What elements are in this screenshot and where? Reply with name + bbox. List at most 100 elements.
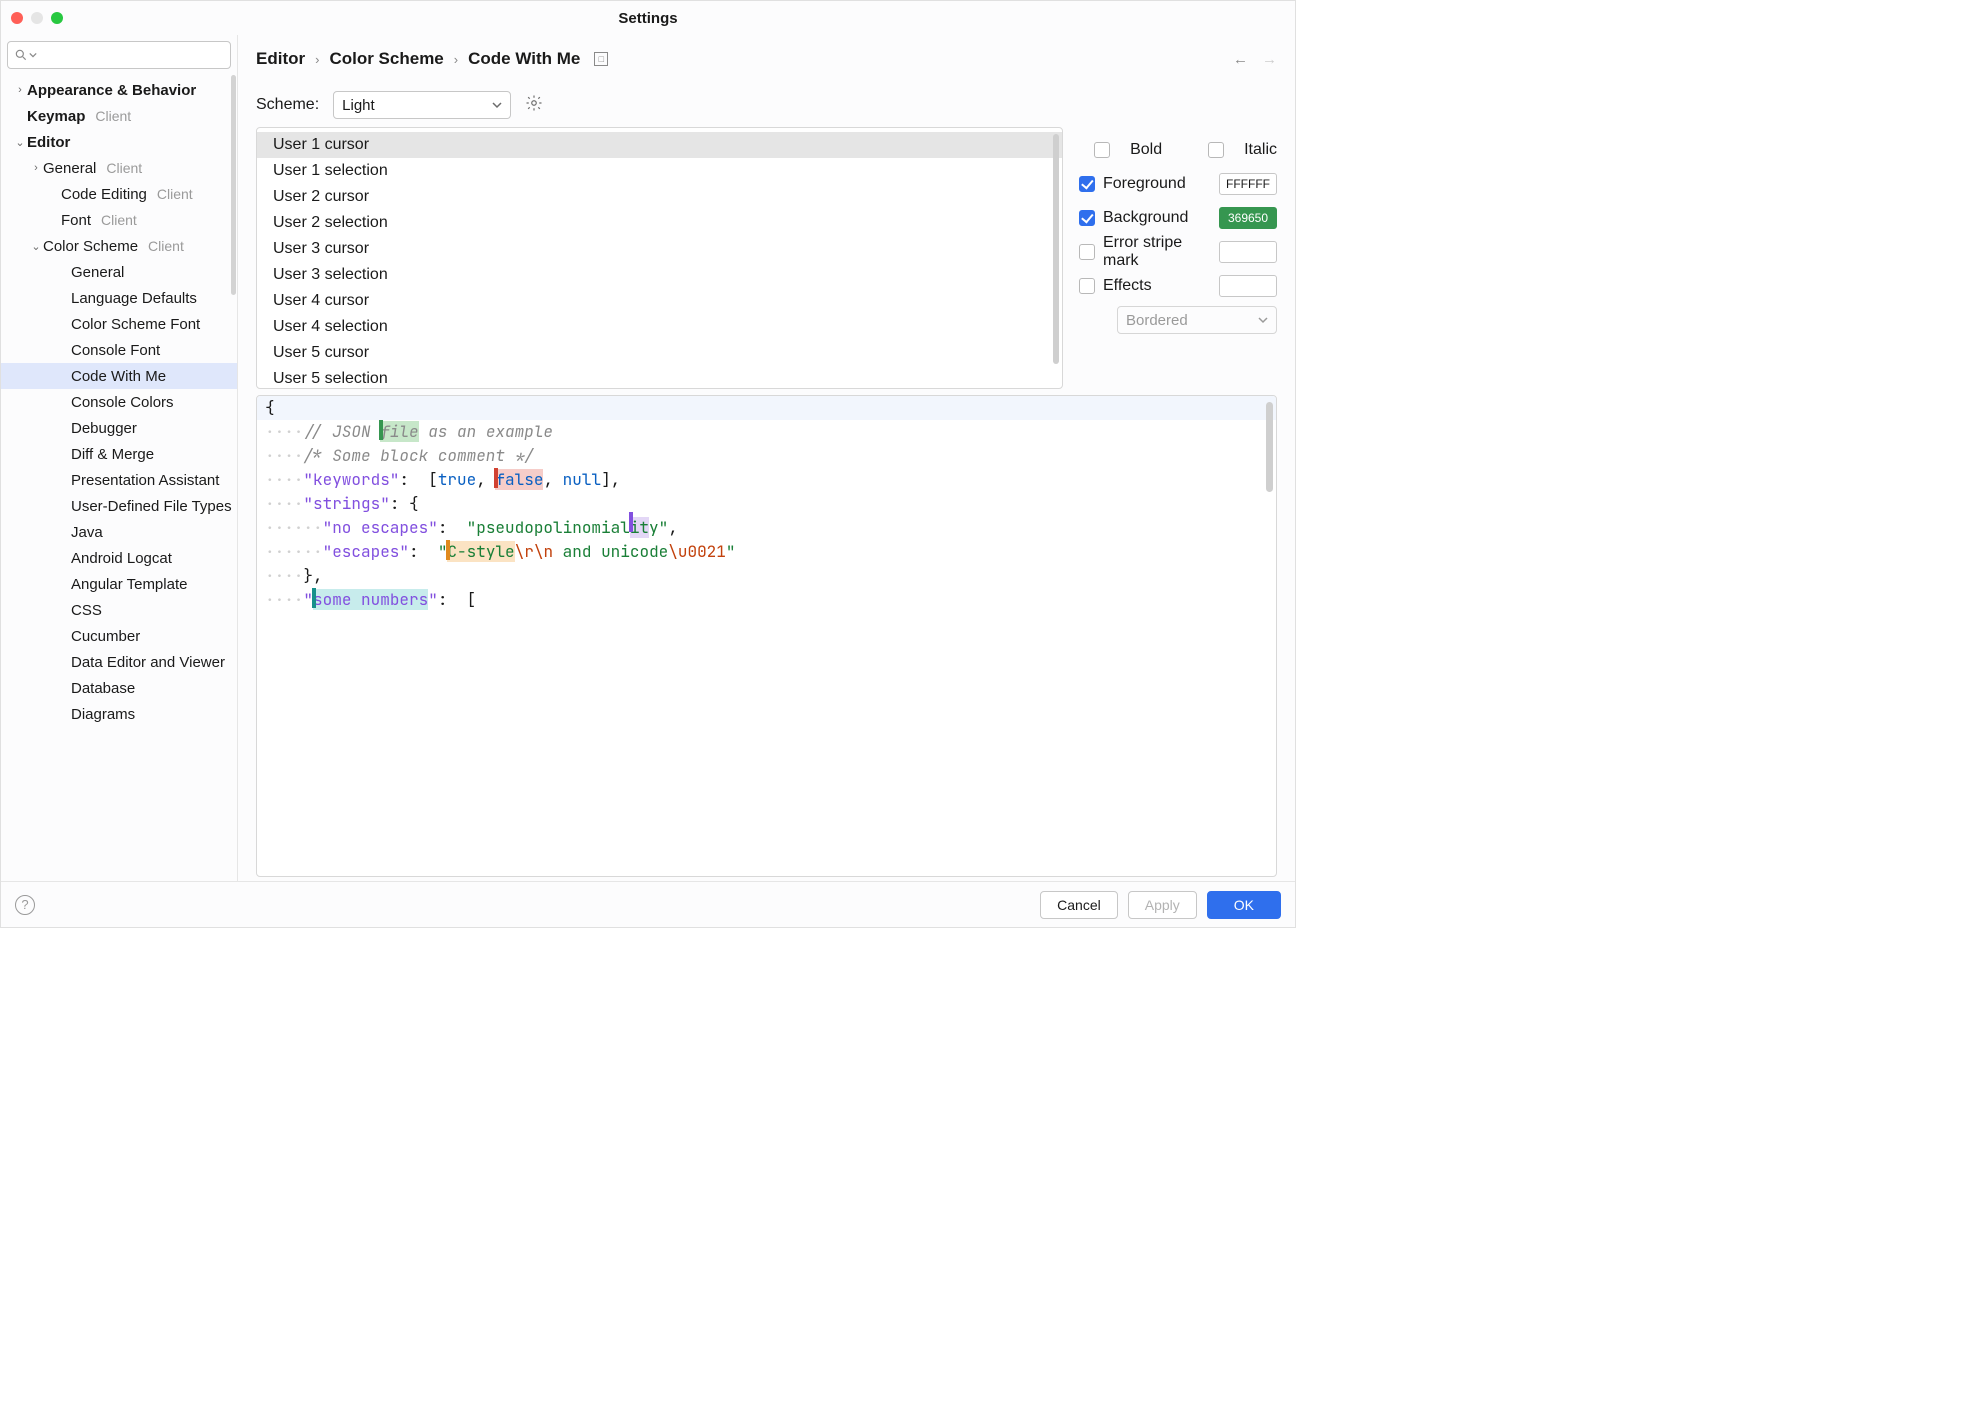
breadcrumb-item[interactable]: Editor <box>256 49 305 69</box>
chevron-down-icon: ⌄ <box>13 136 27 149</box>
scheme-label: Scheme: <box>256 96 319 114</box>
bold-label: Bold <box>1130 141 1162 159</box>
settings-sidebar: ›Appearance & BehaviorKeymapClient⌄Edito… <box>1 35 238 881</box>
tree-item[interactable]: Debugger <box>1 415 237 441</box>
error-stripe-swatch[interactable] <box>1219 241 1277 263</box>
client-tag: Client <box>95 108 131 124</box>
bold-checkbox[interactable] <box>1094 142 1110 158</box>
effects-type-select[interactable]: Bordered <box>1117 306 1277 334</box>
preview-line: ······"escapes": "C-style\r\n and unicod… <box>257 540 1276 564</box>
color-list-item[interactable]: User 3 selection <box>257 262 1062 288</box>
settings-search-input[interactable] <box>40 47 224 63</box>
nav-forward-button[interactable]: → <box>1262 51 1277 68</box>
scheme-actions-button[interactable] <box>525 94 543 116</box>
tree-item-label: Android Logcat <box>71 550 172 567</box>
breadcrumb-item[interactable]: Color Scheme <box>329 49 443 69</box>
italic-checkbox[interactable] <box>1208 142 1224 158</box>
ok-button[interactable]: OK <box>1207 891 1281 919</box>
sidebar-scrollbar[interactable] <box>231 75 236 295</box>
tree-item[interactable]: Color Scheme Font <box>1 311 237 337</box>
tree-item[interactable]: Diagrams <box>1 701 237 727</box>
tree-item[interactable]: General <box>1 259 237 285</box>
preview-line: ····"keywords": [true, false, null], <box>257 468 1276 492</box>
tree-item-label: Language Defaults <box>71 290 197 307</box>
tree-item-label: Code Editing <box>61 186 147 203</box>
tree-item-label: Cucumber <box>71 628 140 645</box>
scheme-select-value: Light <box>342 97 375 114</box>
tree-item[interactable]: Console Font <box>1 337 237 363</box>
nav-back-button[interactable]: ← <box>1233 51 1248 68</box>
breadcrumb-item: Code With Me <box>468 49 580 69</box>
tree-item-label: General <box>71 264 124 281</box>
tree-item[interactable]: CSS <box>1 597 237 623</box>
tree-item[interactable]: Cucumber <box>1 623 237 649</box>
help-button[interactable]: ? <box>15 895 35 915</box>
tree-item-label: Color Scheme Font <box>71 316 200 333</box>
tree-item[interactable]: Font Client <box>1 207 237 233</box>
background-swatch[interactable]: 369650 <box>1219 207 1277 229</box>
effects-swatch[interactable] <box>1219 275 1277 297</box>
titlebar: Settings <box>1 1 1295 35</box>
tree-item[interactable]: ⌄Editor <box>1 129 237 155</box>
settings-search[interactable] <box>7 41 231 69</box>
tree-item-label: Debugger <box>71 420 137 437</box>
tree-item-label: Color Scheme <box>43 238 138 255</box>
tree-item[interactable]: ⌄Color SchemeClient <box>1 233 237 259</box>
tree-item-label: Editor <box>27 134 70 151</box>
tree-item-label: Angular Template <box>71 576 187 593</box>
settings-tree[interactable]: ›Appearance & BehaviorKeymapClient⌄Edito… <box>1 75 237 881</box>
list-scrollbar[interactable] <box>1053 134 1059 364</box>
tree-item[interactable]: Data Editor and Viewer <box>1 649 237 675</box>
effects-label: Effects <box>1103 277 1211 295</box>
tree-item[interactable]: Console Colors <box>1 389 237 415</box>
tree-item[interactable]: User-Defined File Types <box>1 493 237 519</box>
tree-item-label: Java <box>71 524 103 541</box>
tag-icon: □ <box>594 52 608 66</box>
tree-item[interactable]: Angular Template <box>1 571 237 597</box>
background-label: Background <box>1103 209 1211 227</box>
color-list-item[interactable]: User 1 cursor <box>257 132 1062 158</box>
client-tag: Client <box>101 212 137 228</box>
scheme-select[interactable]: Light <box>333 91 511 119</box>
tree-item[interactable]: Database <box>1 675 237 701</box>
tree-item[interactable]: Code Editing Client <box>1 181 237 207</box>
client-tag: Client <box>157 186 193 202</box>
tree-item[interactable]: ›Appearance & Behavior <box>1 77 237 103</box>
error-stripe-checkbox[interactable] <box>1079 244 1095 260</box>
tree-item[interactable]: Android Logcat <box>1 545 237 571</box>
cancel-button[interactable]: Cancel <box>1040 891 1118 919</box>
effects-checkbox[interactable] <box>1079 278 1095 294</box>
tree-item[interactable]: Java <box>1 519 237 545</box>
effects-type-value: Bordered <box>1126 312 1188 329</box>
preview-scrollbar[interactable] <box>1266 402 1273 492</box>
color-item-list[interactable]: User 1 cursorUser 1 selectionUser 2 curs… <box>256 127 1063 389</box>
background-checkbox[interactable] <box>1079 210 1095 226</box>
chevron-right-icon: › <box>29 162 43 174</box>
tree-item[interactable]: KeymapClient <box>1 103 237 129</box>
preview-line: ······"no escapes": "pseudopolinomiality… <box>257 516 1276 540</box>
foreground-label: Foreground <box>1103 175 1211 193</box>
tree-item[interactable]: Code With Me <box>1 363 237 389</box>
color-list-item[interactable]: User 1 selection <box>257 158 1062 184</box>
color-list-item[interactable]: User 3 cursor <box>257 236 1062 262</box>
color-list-item[interactable]: User 5 selection <box>257 366 1062 389</box>
color-list-item[interactable]: User 2 cursor <box>257 184 1062 210</box>
tree-item[interactable]: Diff & Merge <box>1 441 237 467</box>
tree-item[interactable]: Presentation Assistant <box>1 467 237 493</box>
tree-item[interactable]: ›GeneralClient <box>1 155 237 181</box>
color-list-item[interactable]: User 5 cursor <box>257 340 1062 366</box>
tree-item[interactable]: Language Defaults <box>1 285 237 311</box>
color-list-item[interactable]: User 4 cursor <box>257 288 1062 314</box>
preview-editor[interactable]: { ····// JSON file as an example ····/* … <box>256 395 1277 877</box>
tree-item-label: Diagrams <box>71 706 135 723</box>
gear-icon <box>525 94 543 112</box>
foreground-swatch[interactable]: FFFFFF <box>1219 173 1277 195</box>
chevron-right-icon: › <box>13 84 27 96</box>
color-list-item[interactable]: User 4 selection <box>257 314 1062 340</box>
preview-line: ····}, <box>257 564 1276 588</box>
client-tag: Client <box>148 238 184 254</box>
color-list-item[interactable]: User 2 selection <box>257 210 1062 236</box>
tree-item-label: Font <box>61 212 91 229</box>
apply-button[interactable]: Apply <box>1128 891 1197 919</box>
foreground-checkbox[interactable] <box>1079 176 1095 192</box>
